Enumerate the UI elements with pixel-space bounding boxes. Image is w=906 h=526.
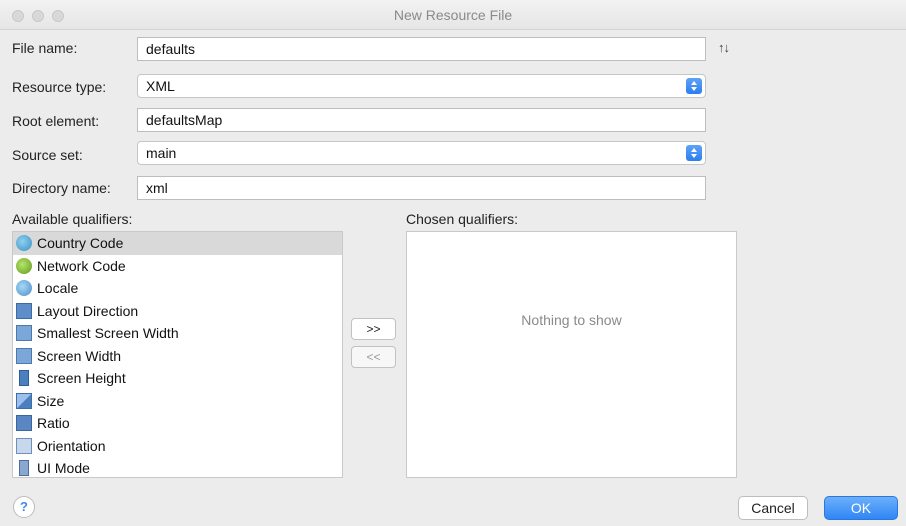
remove-qualifier-button[interactable]: <<: [351, 346, 396, 368]
list-item-label: Ratio: [37, 415, 70, 432]
directory-name-label: Directory name:: [12, 180, 111, 196]
layout-direction-icon: [16, 302, 32, 319]
list-item-label: Country Code: [37, 235, 124, 252]
source-set-select[interactable]: main: [137, 141, 706, 165]
screen-height-icon: [19, 370, 29, 387]
title-bar: New Resource File: [0, 0, 906, 30]
available-qualifiers-label: Available qualifiers:: [12, 211, 133, 227]
list-item-label: Network Code: [37, 257, 126, 274]
chevron-updown-icon: [686, 78, 702, 94]
resource-type-select[interactable]: XML: [137, 74, 706, 98]
resource-type-value: XML: [146, 78, 175, 94]
file-name-input[interactable]: defaults: [137, 37, 706, 61]
ok-button[interactable]: OK: [824, 496, 898, 520]
list-item-label: Size: [37, 392, 65, 409]
file-name-label: File name:: [12, 40, 78, 56]
window-title: New Resource File: [393, 7, 513, 23]
screen-width-icon: [16, 347, 32, 364]
globe-icon: [16, 235, 32, 252]
list-item[interactable]: Locale: [13, 277, 342, 300]
root-element-input[interactable]: defaultsMap: [137, 108, 706, 132]
list-item-label: Screen Height: [37, 370, 126, 387]
list-item-label: Screen Width: [37, 347, 122, 364]
list-item-label: Smallest Screen Width: [37, 325, 179, 342]
ratio-icon: [16, 415, 32, 432]
empty-state-text: Nothing to show: [521, 312, 622, 328]
locale-icon: [16, 280, 32, 297]
list-item[interactable]: Layout Direction: [13, 300, 342, 323]
list-item[interactable]: Ratio: [13, 412, 342, 435]
list-item[interactable]: UI Mode: [13, 457, 342, 477]
list-item[interactable]: Network Code: [13, 255, 342, 278]
sort-icon[interactable]: ↑↓: [718, 40, 730, 55]
help-button[interactable]: ?: [13, 496, 35, 518]
list-item-label: Layout Direction: [37, 302, 139, 319]
list-item[interactable]: Smallest Screen Width: [13, 322, 342, 345]
cancel-button[interactable]: Cancel: [738, 496, 808, 520]
available-qualifiers-list[interactable]: Country Code Network Code Locale Layout …: [12, 231, 343, 478]
add-qualifier-button[interactable]: >>: [351, 318, 396, 340]
root-element-label: Root element:: [12, 113, 100, 129]
list-item[interactable]: Screen Width: [13, 345, 342, 368]
resource-type-label: Resource type:: [12, 79, 107, 95]
list-item[interactable]: Screen Height: [13, 367, 342, 390]
network-icon: [16, 257, 32, 274]
list-item-label: UI Mode: [37, 460, 90, 477]
ui-mode-icon: [19, 460, 29, 477]
list-item[interactable]: Country Code: [13, 232, 342, 255]
list-item-label: Locale: [37, 280, 79, 297]
smallest-width-icon: [16, 325, 32, 342]
chosen-qualifiers-label: Chosen qualifiers:: [406, 211, 519, 227]
list-item[interactable]: Size: [13, 390, 342, 413]
orientation-icon: [16, 437, 32, 454]
source-set-label: Source set:: [12, 147, 83, 163]
list-item-label: Orientation: [37, 437, 106, 454]
directory-name-input[interactable]: xml: [137, 176, 706, 200]
chosen-qualifiers-list[interactable]: Nothing to show: [406, 231, 737, 478]
list-item[interactable]: Orientation: [13, 435, 342, 458]
chevron-updown-icon: [686, 145, 702, 161]
size-icon: [16, 392, 32, 409]
source-set-value: main: [146, 145, 177, 161]
